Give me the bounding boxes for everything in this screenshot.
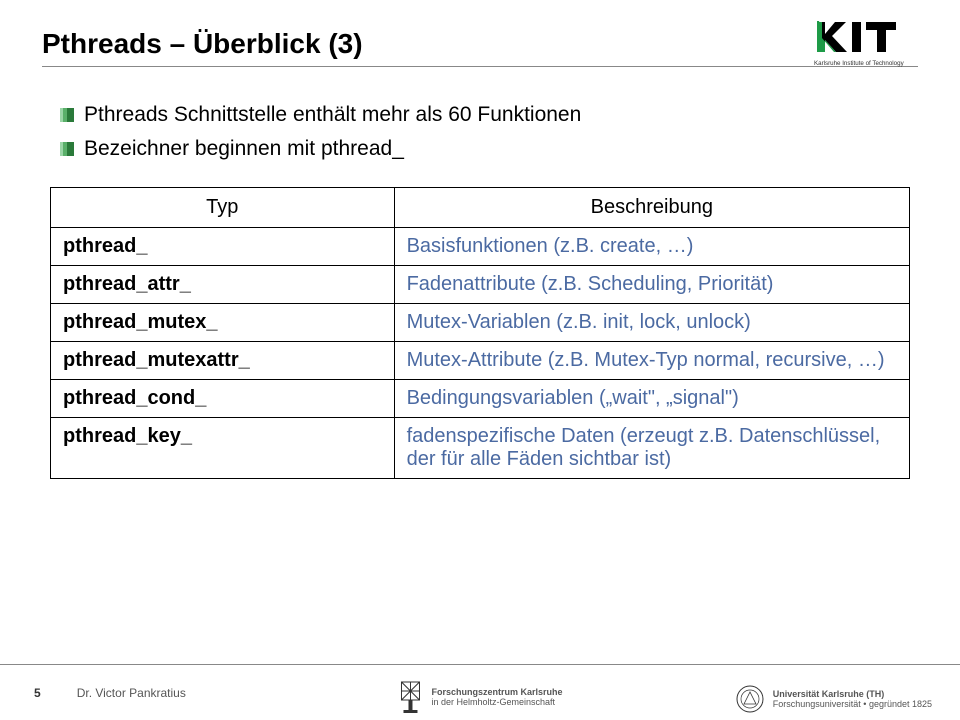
cell-desc: Fadenattribute (z.B. Scheduling, Priorit…	[394, 266, 909, 304]
footer-author: Dr. Victor Pankratius	[77, 686, 186, 700]
kit-logo: Karlsruhe Institute of Technology	[814, 18, 924, 70]
cell-typ: pthread_mutexattr_	[51, 342, 395, 380]
bullet-list: Pthreads Schnittstelle enthält mehr als …	[60, 103, 918, 161]
cell-typ: pthread_cond_	[51, 380, 395, 418]
cell-desc: Mutex-Attribute (z.B. Mutex-Typ normal, …	[394, 342, 909, 380]
bullet-text: Bezeichner beginnen mit pthread_	[84, 137, 404, 161]
cell-desc: fadenspezifische Daten (erzeugt z.B. Dat…	[394, 418, 909, 479]
cell-typ: pthread_key_	[51, 418, 395, 479]
table-row: pthread_mutexattr_ Mutex-Attribute (z.B.…	[51, 342, 910, 380]
footer-center-line1: Forschungszentrum Karlsruhe	[431, 687, 562, 697]
fzk-logo-icon	[397, 680, 423, 714]
cell-typ: pthread_attr_	[51, 266, 395, 304]
table-header-typ: Typ	[51, 188, 395, 228]
cell-typ: pthread_mutex_	[51, 304, 395, 342]
kit-logo-sub: Karlsruhe Institute of Technology	[814, 60, 905, 67]
table-row: pthread_key_ fadenspezifische Daten (erz…	[51, 418, 910, 479]
bullet-item: Pthreads Schnittstelle enthält mehr als …	[60, 103, 918, 127]
bullet-item: Bezeichner beginnen mit pthread_	[60, 137, 918, 161]
footer-right-logo: Universität Karlsruhe (TH) Forschungsuni…	[735, 684, 932, 714]
cell-desc: Mutex-Variablen (z.B. init, lock, unlock…	[394, 304, 909, 342]
table-row: pthread_ Basisfunktionen (z.B. create, ……	[51, 228, 910, 266]
cell-desc: Bedingungsvariablen („wait", „signal")	[394, 380, 909, 418]
table-row: pthread_attr_ Fadenattribute (z.B. Sched…	[51, 266, 910, 304]
title-underline	[42, 66, 918, 67]
table-row: pthread_mutex_ Mutex-Variablen (z.B. ini…	[51, 304, 910, 342]
bullet-text: Pthreads Schnittstelle enthält mehr als …	[84, 103, 581, 127]
footer-center-logo: Forschungszentrum Karlsruhe in der Helmh…	[397, 680, 562, 714]
table-header-row: Typ Beschreibung	[51, 188, 910, 228]
slide: Karlsruhe Institute of Technology Pthrea…	[0, 0, 960, 720]
cell-desc: Basisfunktionen (z.B. create, …)	[394, 228, 909, 266]
table: Typ Beschreibung pthread_ Basisfunktione…	[42, 187, 918, 479]
bullet-icon	[60, 142, 74, 156]
cell-typ: pthread_	[51, 228, 395, 266]
bullet-icon	[60, 108, 74, 122]
footer: 5 Dr. Victor Pankratius Forschungszentru…	[0, 664, 960, 720]
table-header-desc: Beschreibung	[394, 188, 909, 228]
footer-right-line1: Universität Karlsruhe (TH)	[773, 689, 932, 699]
slide-title: Pthreads – Überblick (3)	[42, 28, 918, 60]
uni-logo-icon	[735, 684, 765, 714]
table-row: pthread_cond_ Bedingungsvariablen („wait…	[51, 380, 910, 418]
footer-right-line2: Forschungsuniversität • gegründet 1825	[773, 699, 932, 709]
page-number: 5	[34, 686, 41, 700]
footer-center-line2: in der Helmholtz-Gemeinschaft	[431, 697, 562, 707]
